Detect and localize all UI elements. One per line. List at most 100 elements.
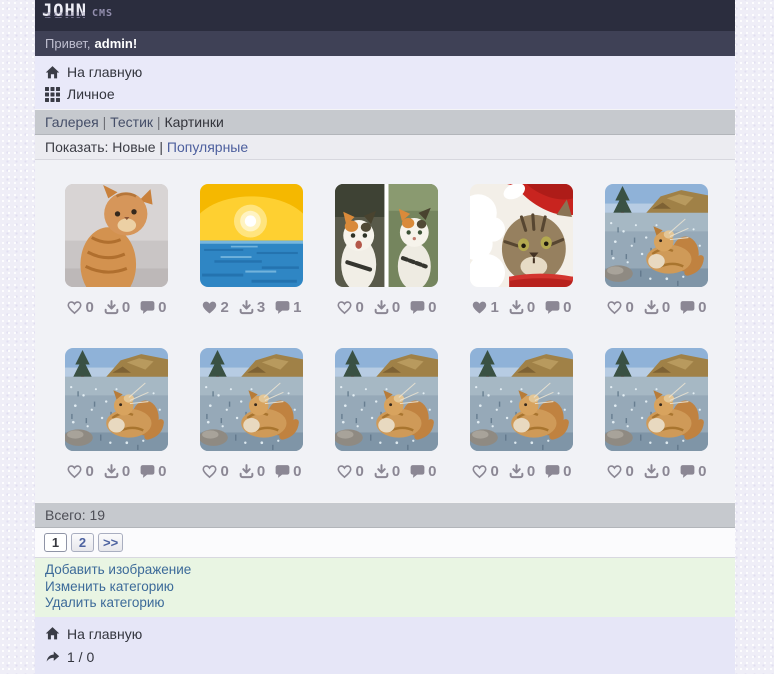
like-count: 0 xyxy=(355,463,363,480)
filter-option: Новые xyxy=(112,139,155,155)
home-icon xyxy=(45,65,60,80)
filter-option[interactable]: Популярные xyxy=(167,139,248,155)
thumbnail-counters: 0 0 0 xyxy=(335,299,438,316)
comments-group: 0 xyxy=(679,299,706,316)
download-count: 0 xyxy=(527,463,535,480)
total-bar: Всего: 19 xyxy=(35,502,735,528)
breadcrumb-item[interactable]: Галерея xyxy=(45,114,99,130)
comment-icon xyxy=(544,299,561,316)
thumbnail-counters: 0 0 0 xyxy=(470,463,573,480)
gallery-item[interactable]: 0 0 0 xyxy=(470,348,573,480)
thumbnail-image[interactable] xyxy=(335,184,438,287)
comment-icon xyxy=(409,463,426,480)
download-count: 0 xyxy=(122,299,130,316)
gallery-item[interactable]: 0 0 0 xyxy=(335,184,438,316)
thumbnail-counters: 0 0 0 xyxy=(335,463,438,480)
thumbnail-image[interactable] xyxy=(200,348,303,451)
downloads-group: 0 xyxy=(103,299,130,316)
thumbnail-image[interactable] xyxy=(470,184,573,287)
download-count: 0 xyxy=(392,463,400,480)
comments-group: 0 xyxy=(544,463,571,480)
footer-home-link[interactable]: На главную xyxy=(45,626,142,642)
top-nav: На главную Личное xyxy=(35,56,735,109)
heart-icon xyxy=(471,299,488,316)
comments-group: 0 xyxy=(139,463,166,480)
likes-group: 1 xyxy=(471,299,498,316)
nav-personal-label: Личное xyxy=(67,86,115,102)
heart-icon xyxy=(336,299,353,316)
gallery-item[interactable]: 0 0 0 xyxy=(200,348,303,480)
thumbnail-counters: 2 3 1 xyxy=(200,299,303,316)
thumbnail-counters: 0 0 0 xyxy=(605,463,708,480)
like-count: 0 xyxy=(490,463,498,480)
footer-counter-row: 1 / 0 xyxy=(45,649,94,665)
heart-icon xyxy=(66,299,83,316)
nav-personal-link[interactable]: Личное xyxy=(45,86,115,102)
gallery-item[interactable]: 1 0 0 xyxy=(470,184,573,316)
thumbnail-image[interactable] xyxy=(65,348,168,451)
action-link[interactable]: Изменить категорию xyxy=(45,579,174,594)
nav-home-link[interactable]: На главную xyxy=(45,64,142,80)
likes-group: 0 xyxy=(471,463,498,480)
heart-icon xyxy=(201,463,218,480)
comment-count: 0 xyxy=(158,463,166,480)
thumbnail-counters: 0 0 0 xyxy=(65,463,168,480)
logo-reflection: JOHN xyxy=(42,10,113,18)
gallery-item[interactable]: 2 3 1 xyxy=(200,184,303,316)
like-count: 2 xyxy=(220,299,228,316)
likes-group: 0 xyxy=(336,299,363,316)
heart-icon xyxy=(606,299,623,316)
download-count: 0 xyxy=(257,463,265,480)
action-link[interactable]: Добавить изображение xyxy=(45,562,191,577)
footer-home-label: На главную xyxy=(67,626,142,642)
gallery-item[interactable]: 0 0 0 xyxy=(605,348,708,480)
greeting-username: admin! xyxy=(95,36,138,51)
page-button[interactable]: 2 xyxy=(71,533,94,552)
heart-icon xyxy=(471,463,488,480)
comment-count: 0 xyxy=(293,463,301,480)
gallery-grid: 0 0 0 2 3 1 xyxy=(35,160,735,502)
app-logo[interactable]: JOHN CMS JOHN xyxy=(42,4,113,31)
download-icon xyxy=(643,299,660,316)
download-icon xyxy=(103,463,120,480)
thumbnail-counters: 0 0 0 xyxy=(605,299,708,316)
likes-group: 0 xyxy=(606,299,633,316)
comment-count: 0 xyxy=(158,299,166,316)
likes-group: 0 xyxy=(66,299,93,316)
downloads-group: 0 xyxy=(238,463,265,480)
breadcrumb-item[interactable]: Тестик xyxy=(110,114,153,130)
likes-group: 0 xyxy=(201,463,228,480)
comment-icon xyxy=(544,463,561,480)
page-button[interactable]: 1 xyxy=(44,533,67,552)
comments-group: 0 xyxy=(409,463,436,480)
like-count: 1 xyxy=(490,299,498,316)
gallery-item[interactable]: 0 0 0 xyxy=(65,348,168,480)
thumbnail-image[interactable] xyxy=(335,348,438,451)
comment-icon xyxy=(409,299,426,316)
gallery-item[interactable]: 0 0 0 xyxy=(605,184,708,316)
likes-group: 0 xyxy=(66,463,93,480)
likes-group: 0 xyxy=(606,463,633,480)
thumbnail-image[interactable] xyxy=(605,348,708,451)
comments-group: 0 xyxy=(274,463,301,480)
comment-icon xyxy=(139,463,156,480)
page-button[interactable]: >> xyxy=(98,533,123,552)
comments-group: 0 xyxy=(679,463,706,480)
gallery-item[interactable]: 0 0 0 xyxy=(335,348,438,480)
downloads-group: 0 xyxy=(508,299,535,316)
action-link[interactable]: Удалить категорию xyxy=(45,595,165,610)
thumbnail-image[interactable] xyxy=(470,348,573,451)
comment-icon xyxy=(679,463,696,480)
thumbnail-image[interactable] xyxy=(605,184,708,287)
footer-counter: 1 / 0 xyxy=(67,649,94,665)
thumbnail-image[interactable] xyxy=(65,184,168,287)
downloads-group: 0 xyxy=(643,463,670,480)
page-container: JOHN CMS JOHN Привет, admin! На главную … xyxy=(35,0,735,674)
download-icon xyxy=(238,299,255,316)
comment-icon xyxy=(679,299,696,316)
download-icon xyxy=(238,463,255,480)
thumbnail-image[interactable] xyxy=(200,184,303,287)
gallery-item[interactable]: 0 0 0 xyxy=(65,184,168,316)
comment-icon xyxy=(139,299,156,316)
download-count: 3 xyxy=(257,299,265,316)
